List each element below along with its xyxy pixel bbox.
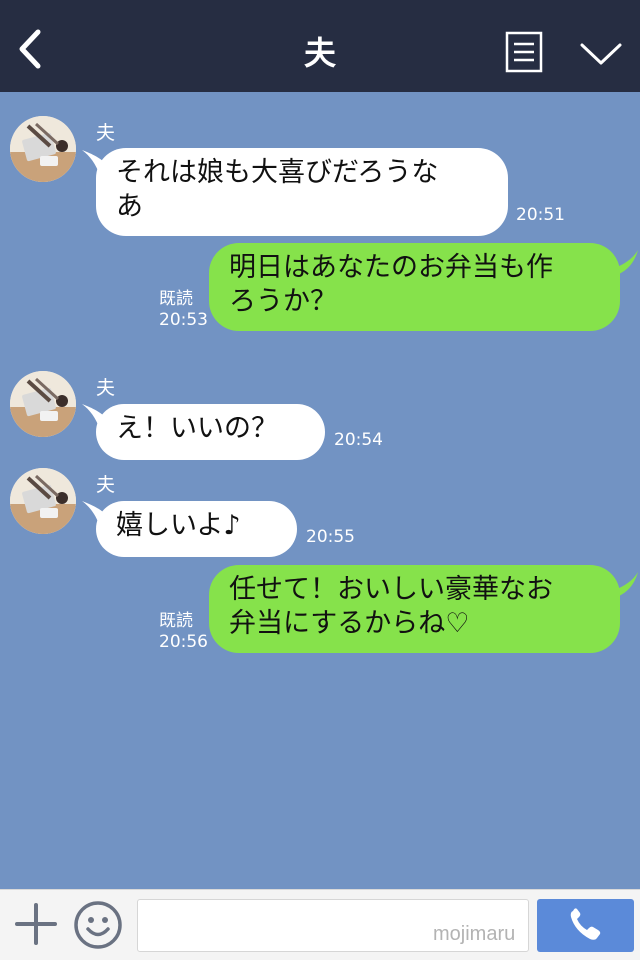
message-text-line: え！いいの？ [116, 413, 278, 444]
message-text-line: 任せて！おいしい豪華なお [229, 574, 553, 605]
message-input[interactable] [137, 899, 529, 952]
read-label: 既読 [159, 611, 193, 631]
avatar-photo-icon [10, 468, 76, 534]
outgoing-message-bubble[interactable]: 明日はあなたのお弁当も作 ろうか？ [209, 243, 620, 331]
smiley-icon [74, 901, 122, 949]
message-timestamp: 20:54 [334, 430, 383, 450]
plus-icon [15, 903, 57, 945]
incoming-message-bubble[interactable]: 嬉しいよ♪ [96, 501, 297, 557]
outgoing-message-bubble[interactable]: 任せて！おいしい豪華なお 弁当にするからね♡ [209, 565, 620, 653]
message-text-line: ろうか？ [229, 286, 337, 317]
back-button[interactable] [10, 24, 50, 72]
avatar[interactable] [10, 468, 76, 534]
chat-header: 夫 [0, 0, 640, 92]
sender-name: 夫 [96, 377, 116, 399]
avatar-photo-icon [10, 116, 76, 182]
message-timestamp: 20:55 [306, 527, 355, 547]
message-timestamp: 20:56 [159, 632, 208, 652]
read-receipt: 既読 20:56 [159, 611, 208, 653]
chat-title: 夫 [303, 34, 336, 72]
avatar[interactable] [10, 116, 76, 182]
emoji-button[interactable] [73, 900, 123, 950]
chevron-down-icon [580, 43, 622, 65]
avatar[interactable] [10, 371, 76, 437]
sender-name: 夫 [96, 122, 116, 144]
chevron-left-icon [19, 29, 41, 69]
incoming-message-bubble[interactable]: え！いいの？ [96, 404, 325, 460]
call-button[interactable] [537, 899, 634, 952]
composer-bar: mojimaru [0, 889, 640, 960]
message-text-line: 明日はあなたのお弁当も作 [229, 252, 553, 283]
menu-button[interactable] [505, 31, 543, 73]
phone-icon [570, 908, 601, 940]
message-text-line: 弁当にするからね♡ [229, 608, 470, 639]
message-text-line: それは娘も大喜びだろうな [116, 157, 439, 188]
message-timestamp: 20:51 [516, 205, 565, 225]
sender-name: 夫 [96, 474, 116, 496]
list-icon [505, 31, 543, 73]
message-text-line: 嬉しいよ♪ [116, 510, 241, 541]
read-receipt: 既読 20:53 [159, 289, 208, 331]
message-timestamp: 20:53 [159, 310, 208, 330]
message-list[interactable]: 夫 それは娘も大喜びだろうな あ 20:51 既読 20:53 明日はあなたのお… [0, 92, 640, 889]
collapse-button[interactable] [578, 38, 624, 70]
incoming-message-bubble[interactable]: それは娘も大喜びだろうな あ [96, 148, 508, 236]
message-text-line: あ [116, 191, 143, 222]
avatar-photo-icon [10, 371, 76, 437]
add-attachment-button[interactable] [14, 902, 58, 946]
read-label: 既読 [159, 289, 193, 309]
